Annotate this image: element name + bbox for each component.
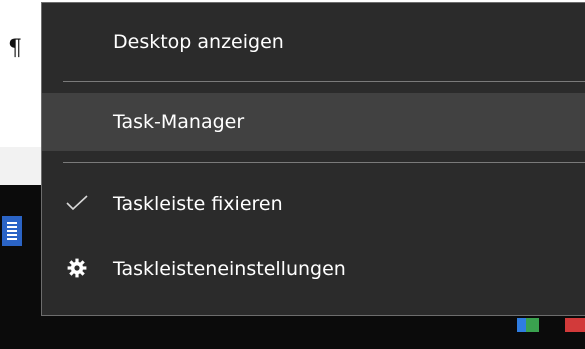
menu-separator [63,81,585,82]
menu-item-show-desktop[interactable]: Desktop anzeigen [42,13,585,71]
menu-item-taskbar-settings[interactable]: Taskleisteneinstellungen [42,240,585,298]
taskbar-context-menu: Desktop anzeigen Task-Manager Taskleiste… [41,2,585,316]
gear-icon [67,258,87,278]
menu-item-label: Taskleiste fixieren [113,193,283,215]
word-document-icon[interactable] [2,216,22,246]
tray-alert-icon[interactable] [565,318,585,332]
menu-item-lock-taskbar[interactable]: Taskleiste fixieren [42,175,585,233]
checkmark-icon [66,195,88,211]
menu-item-label: Task-Manager [113,111,245,133]
menu-item-task-manager[interactable]: Task-Manager [42,93,585,151]
menu-item-label: Taskleisteneinstellungen [113,258,346,280]
menu-separator [63,162,585,163]
pilcrow-mark: ¶ [8,36,22,61]
tray-app-icon[interactable] [517,318,539,332]
menu-item-label: Desktop anzeigen [113,31,284,53]
